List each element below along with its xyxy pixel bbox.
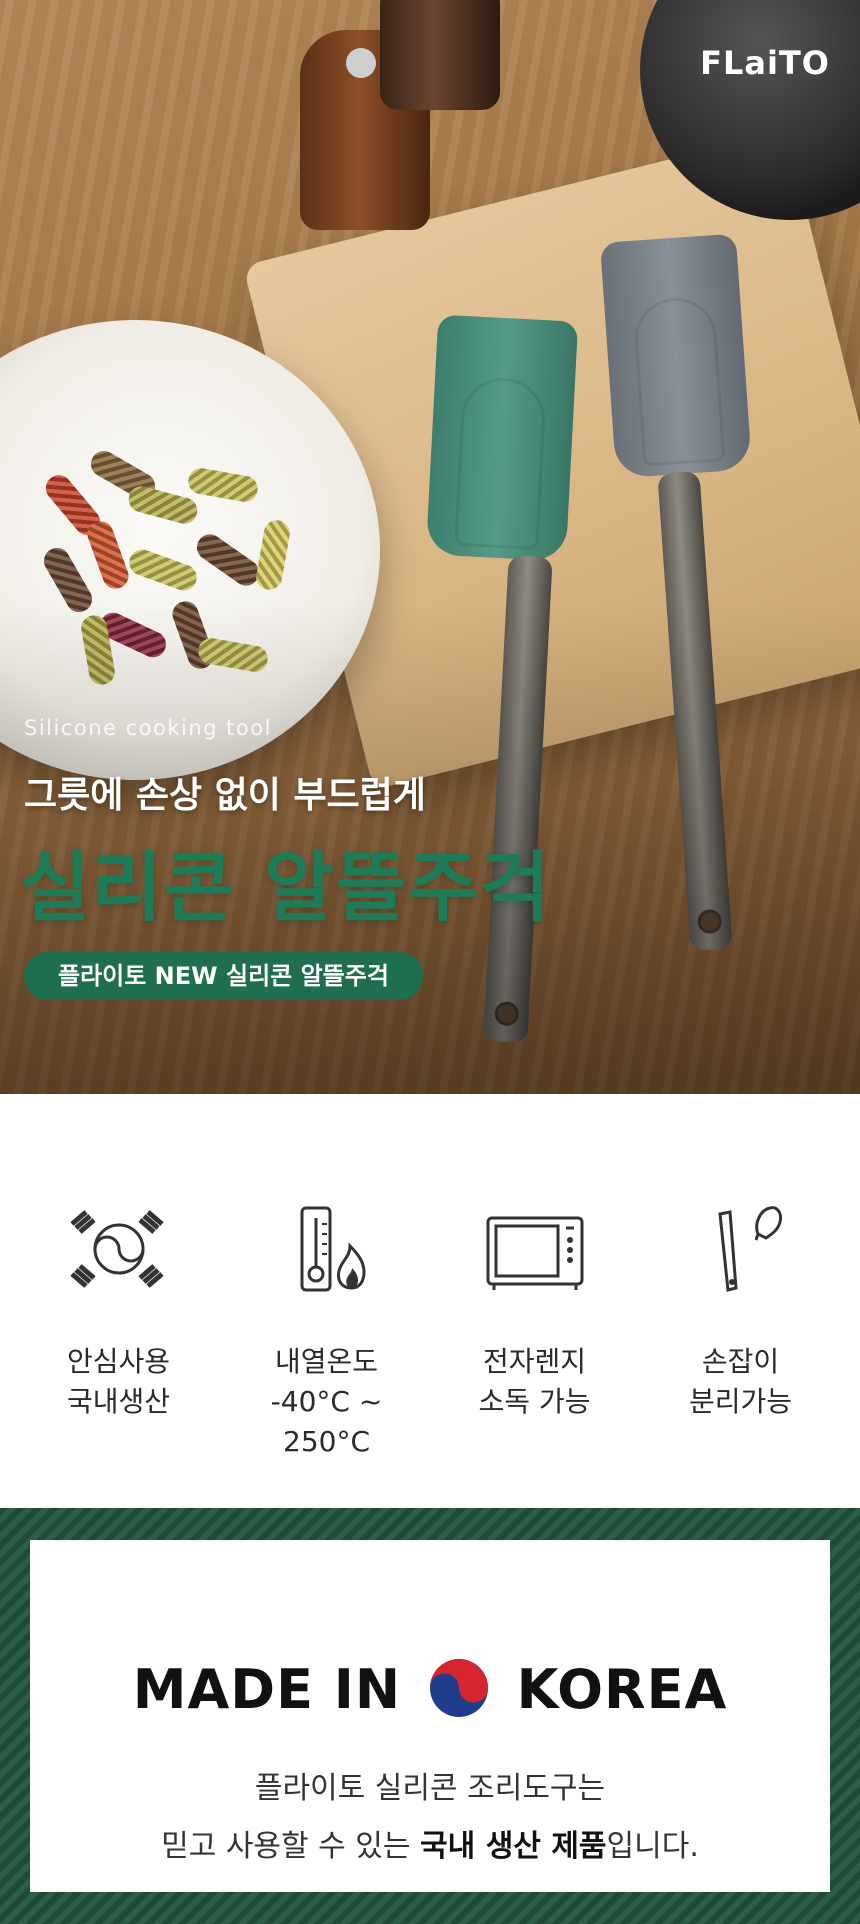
feature-item: 전자렌지 소독 가능 — [432, 1204, 637, 1422]
hero-subtitle: 그릇에 손상 없이 부드럽게 — [24, 775, 426, 816]
korea-flag-icon — [429, 1659, 488, 1718]
microwave-icon — [486, 1216, 583, 1290]
feature-item: 손잡이 분리가능 — [638, 1204, 843, 1422]
description-line2: 믿고 사용할 수 있는 국내 생산 제품입니다. — [161, 1829, 699, 1864]
feature-line2: 분리가능 — [688, 1385, 793, 1418]
description-line1: 플라이토 실리콘 조리도구는 — [254, 1771, 606, 1806]
feature-line1: 손잡이 — [701, 1345, 780, 1378]
hero-banner: FLaiTO Silicone cooking tool 그릇에 손상 없이 부… — [0, 0, 860, 1094]
feature-line2: -40°C ~ 250°C — [270, 1385, 383, 1458]
taegeuk-icon — [69, 1210, 164, 1288]
detachable-handle-icon — [717, 1206, 782, 1292]
made-in-korea-card: MADE IN KOREA 플라이토 실리콘 조리도구는 믿고 사용할 수 있는… — [30, 1540, 830, 1892]
made-in-korea-title: MADE IN KOREA — [30, 1658, 830, 1723]
feature-icons-section: 안심사용 국내생산 내열온도 -40°C ~ 250°C 전자렌지 소독 가능 — [0, 1094, 860, 1508]
title-right: KOREA — [516, 1658, 728, 1721]
made-in-korea-description: 플라이토 실리콘 조리도구는 믿고 사용할 수 있는 국내 생산 제품입니다. — [30, 1760, 830, 1876]
hero-english-caption: Silicone cooking tool — [24, 716, 272, 740]
thermometer-flame-icon — [300, 1206, 366, 1292]
feature-line1: 안심사용 — [66, 1345, 171, 1378]
product-name-badge: 플라이토 NEW 실리콘 알뜰주걱 — [24, 952, 423, 1000]
feature-line1: 내열온도 — [274, 1345, 379, 1378]
title-left: MADE IN — [132, 1658, 402, 1721]
hero-title: 실리콘 알뜰주걱 — [20, 843, 552, 932]
feature-line2: 국내생산 — [66, 1385, 171, 1418]
feature-item: 내열온도 -40°C ~ 250°C — [224, 1204, 429, 1462]
description-emphasis: 국내 생산 제품 — [420, 1829, 607, 1864]
feature-line2: 소독 가능 — [478, 1385, 591, 1418]
brand-logo: FLaiTO — [700, 44, 830, 82]
made-in-korea-section: MADE IN KOREA 플라이토 실리콘 조리도구는 믿고 사용할 수 있는… — [0, 1508, 860, 1924]
feature-line1: 전자렌지 — [482, 1345, 587, 1378]
feature-item: 안심사용 국내생산 — [16, 1204, 221, 1422]
